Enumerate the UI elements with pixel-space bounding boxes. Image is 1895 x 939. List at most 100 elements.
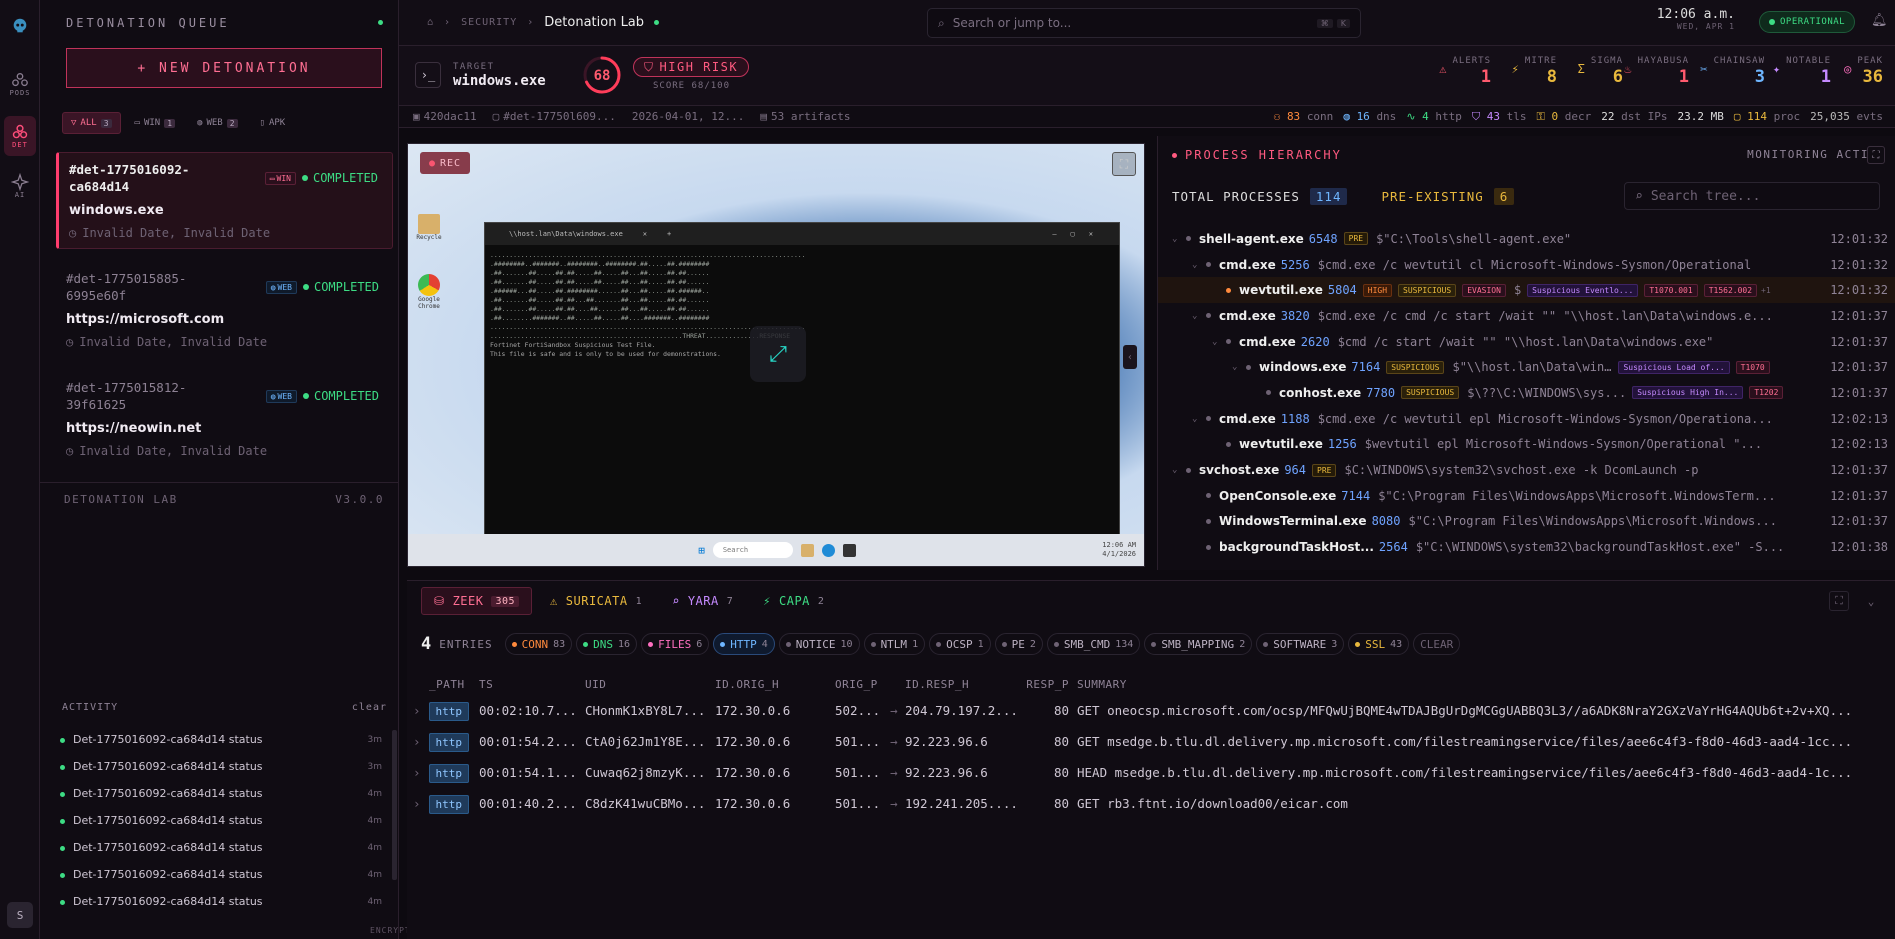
search-input[interactable]: Search or jump to... (953, 16, 1071, 30)
log-filter-files[interactable]: FILES 6 (641, 633, 710, 655)
process-row[interactable]: ⌄ cmd.exe 5256 $cmd.exe /c wevtutil cl Micr… (1158, 252, 1895, 278)
process-row[interactable]: ⌄ shell-agent.exe 6548 PRE $"C:\Tools\shell-… (1158, 226, 1895, 252)
rail-item-pods[interactable]: PODS (4, 64, 36, 104)
log-filter-ocsp[interactable]: OCSP 1 (929, 633, 991, 655)
detonation-item[interactable]: #det-1775015885-6995e60f ◍ WEB COMPLETED h… (56, 262, 393, 357)
log-filter-ssl[interactable]: SSL 43 (1348, 633, 1410, 655)
process-row[interactable]: wevtutil.exe 1256 $wevtutil epl Microsoft-… (1158, 432, 1895, 458)
chevron-right-icon[interactable]: › (413, 703, 421, 718)
taskbar-search[interactable]: Search (712, 542, 793, 558)
detonation-item[interactable]: #det-1775015812-39f61625 ◍ WEB COMPLETED h… (56, 371, 393, 466)
stat-chainsaw[interactable]: ✂ CHAINSAW 3 (1689, 52, 1765, 88)
column-header[interactable]: ID.RESP_H (905, 673, 1025, 695)
chevron-down-icon[interactable]: ⌄ (1192, 414, 1200, 424)
tree-search-input[interactable]: Search tree... (1651, 189, 1761, 204)
close-tab-icon[interactable]: ✕ (643, 230, 647, 238)
activity-scrollbar[interactable] (392, 730, 397, 880)
chevron-down-icon[interactable]: ⌄ (1172, 234, 1180, 244)
log-filter-smb_cmd[interactable]: SMB_CMD 134 (1046, 633, 1141, 655)
process-row[interactable]: wevtutil.exe 5804 HIGH SUSPICIOUS EVASION $ Su… (1158, 277, 1895, 304)
stat-hayabusa[interactable]: ♨ HAYABUSA 1 (1623, 52, 1689, 88)
expand-icon[interactable]: ⤢ (750, 326, 806, 382)
app-logo[interactable] (4, 6, 36, 46)
filter-all[interactable]: ▽ ALL 3 (62, 112, 121, 134)
log-filter-dns[interactable]: DNS 16 (576, 633, 638, 655)
mitre-technique-badge[interactable]: T1070 (1735, 360, 1770, 374)
stat-peak[interactable]: ◎ PEAK 36 (1831, 52, 1883, 88)
chevron-down-icon[interactable]: ⌄ (1212, 337, 1220, 347)
process-row[interactable]: ⌄ cmd.exe 1188 $cmd.exe /c wevtutil epl Mic… (1158, 406, 1895, 432)
column-header[interactable]: UID (585, 673, 715, 695)
bell-icon[interactable]: 🔔︎ (1871, 13, 1888, 28)
expand-icon[interactable]: ⛶ (1867, 146, 1885, 164)
sigma-match-badge[interactable]: Suspicious High In... (1632, 386, 1744, 400)
log-filter-smb_mapping[interactable]: SMB_MAPPING 2 (1144, 633, 1253, 655)
filter-apk[interactable]: ▯ APK (252, 112, 294, 134)
column-header[interactable]: TS (479, 673, 585, 695)
log-filter-ntlm[interactable]: NTLM 1 (863, 633, 926, 655)
stat-alerts[interactable]: ⚠ ALERTS 1 (1425, 52, 1491, 88)
global-search[interactable]: ⌕ Search or jump to... ⌘ K (927, 8, 1361, 38)
rail-item-ai[interactable]: AI (4, 166, 36, 206)
column-header[interactable]: _PATH (413, 673, 479, 695)
mitre-technique-badge[interactable]: T1070.001 (1644, 283, 1698, 297)
user-avatar[interactable]: S (7, 902, 33, 928)
table-row[interactable]: › http 00:01:40.2... C8dzK41wuCBMo... 172.30… (413, 788, 1889, 819)
process-row[interactable]: ⌄ cmd.exe 2620 $cmd /c start /wait "" "\\ho… (1158, 329, 1895, 355)
new-detonation-button[interactable]: + NEW DETONATION (66, 48, 382, 88)
log-filter-software[interactable]: SOFTWARE 3 (1256, 633, 1345, 655)
chevron-right-icon[interactable]: › (413, 765, 421, 780)
tree-search[interactable]: ⌕ Search tree... (1624, 182, 1880, 210)
column-header[interactable]: SUMMARY (1077, 673, 1889, 695)
new-tab-icon[interactable]: + (667, 230, 671, 238)
chevron-down-icon[interactable]: ⌄ (1192, 311, 1200, 321)
tab-zeek[interactable]: ⛁ ZEEK 305 (421, 587, 533, 615)
log-filter-conn[interactable]: CONN 83 (504, 633, 573, 655)
chevron-right-icon[interactable]: › (413, 734, 421, 749)
start-icon[interactable]: ⊞ (698, 544, 705, 557)
column-header[interactable]: RESP_P (1025, 673, 1077, 695)
log-filter-notice[interactable]: NOTICE 10 (778, 633, 860, 655)
log-filter-http[interactable]: HTTP 4 (713, 633, 775, 655)
table-row[interactable]: › http 00:02:10.7... CHonmK1xBY8L7... 172.30… (413, 695, 1889, 726)
stat-mitre[interactable]: ⚡ MITRE 8 (1491, 52, 1557, 88)
log-filter-clear[interactable]: CLEAR (1413, 633, 1461, 655)
process-row[interactable]: ⌄ cmd.exe 3820 $cmd.exe /c cmd /c start /wa… (1158, 303, 1895, 329)
chevron-down-icon[interactable]: ⌄ (1192, 260, 1200, 270)
process-row[interactable]: ⌄ svchost.exe 964 PRE $C:\WINDOWS\system32\s… (1158, 457, 1895, 483)
process-row[interactable]: backgroundTaskHost... 2564 $"C:\WINDOWS\sy… (1158, 534, 1895, 560)
terminal-task-icon[interactable] (842, 543, 856, 557)
table-row[interactable]: › http 00:01:54.2... CtA0j62Jm1Y8E... 172.30… (413, 726, 1889, 757)
process-row[interactable]: ⌄ windows.exe 7164 SUSPICIOUS $"\\host.lan\D… (1158, 354, 1895, 380)
chevron-down-icon[interactable]: ⌄ (1232, 362, 1240, 372)
process-row[interactable]: WindowsTerminal.exe 8080 $"C:\Program File… (1158, 509, 1895, 535)
tab-suricata[interactable]: ⚠ SURICATA 1 (538, 587, 654, 615)
window-controls[interactable]: –▢✕ (1052, 230, 1107, 238)
stat-sigma[interactable]: Σ SIGMA 6 (1557, 52, 1623, 88)
mitre-technique-badge[interactable]: T1562.002 (1703, 283, 1758, 297)
chevron-down-icon[interactable]: ⌄ (1861, 591, 1881, 611)
process-row[interactable]: conhost.exe 7780 SUSPICIOUS $\??\C:\WINDOWS… (1158, 380, 1895, 406)
desktop-icon-chrome[interactable]: Google Chrome (414, 274, 444, 310)
desktop-icon-recycle[interactable]: Recycle (414, 214, 444, 241)
vm-screen[interactable]: Recycle Google Chrome \\host.lan\Data\wi… (407, 143, 1145, 567)
chevron-down-icon[interactable]: ⌄ (1172, 465, 1180, 475)
breadcrumb-security[interactable]: SECURITY (461, 17, 517, 28)
process-row[interactable]: OpenConsole.exe 7144 $"C:\Program Files\Wi… (1158, 483, 1895, 509)
filter-web[interactable]: ◍ WEB 2 (189, 112, 246, 134)
filter-win[interactable]: ▭ WIN 1 (127, 112, 184, 134)
rail-item-det[interactable]: DET (4, 116, 36, 156)
stat-notable[interactable]: ✦ NOTABLE 1 (1765, 52, 1831, 88)
activity-clear-button[interactable]: clear (352, 702, 387, 713)
sigma-match-badge[interactable]: Suspicious Eventlo... (1527, 283, 1639, 297)
folder-icon[interactable] (800, 543, 814, 557)
chevron-right-icon[interactable]: › (413, 796, 421, 811)
detonation-item[interactable]: #det-1775016092-ca684d14 ▭ WIN COMPLETED w… (56, 152, 393, 249)
tab-yara[interactable]: ⌕ YARA 7 (660, 587, 745, 615)
expand-icon[interactable]: ⛶ (1829, 591, 1849, 611)
mitre-technique-badge[interactable]: T1202 (1749, 386, 1784, 400)
home-icon[interactable]: ⌂ (427, 17, 434, 28)
column-header[interactable]: ORIG_P (835, 673, 905, 695)
table-row[interactable]: › http 00:01:54.1... Cuwaq62j8mzyK... 172.30… (413, 757, 1889, 788)
log-filter-pe[interactable]: PE 2 (994, 633, 1043, 655)
